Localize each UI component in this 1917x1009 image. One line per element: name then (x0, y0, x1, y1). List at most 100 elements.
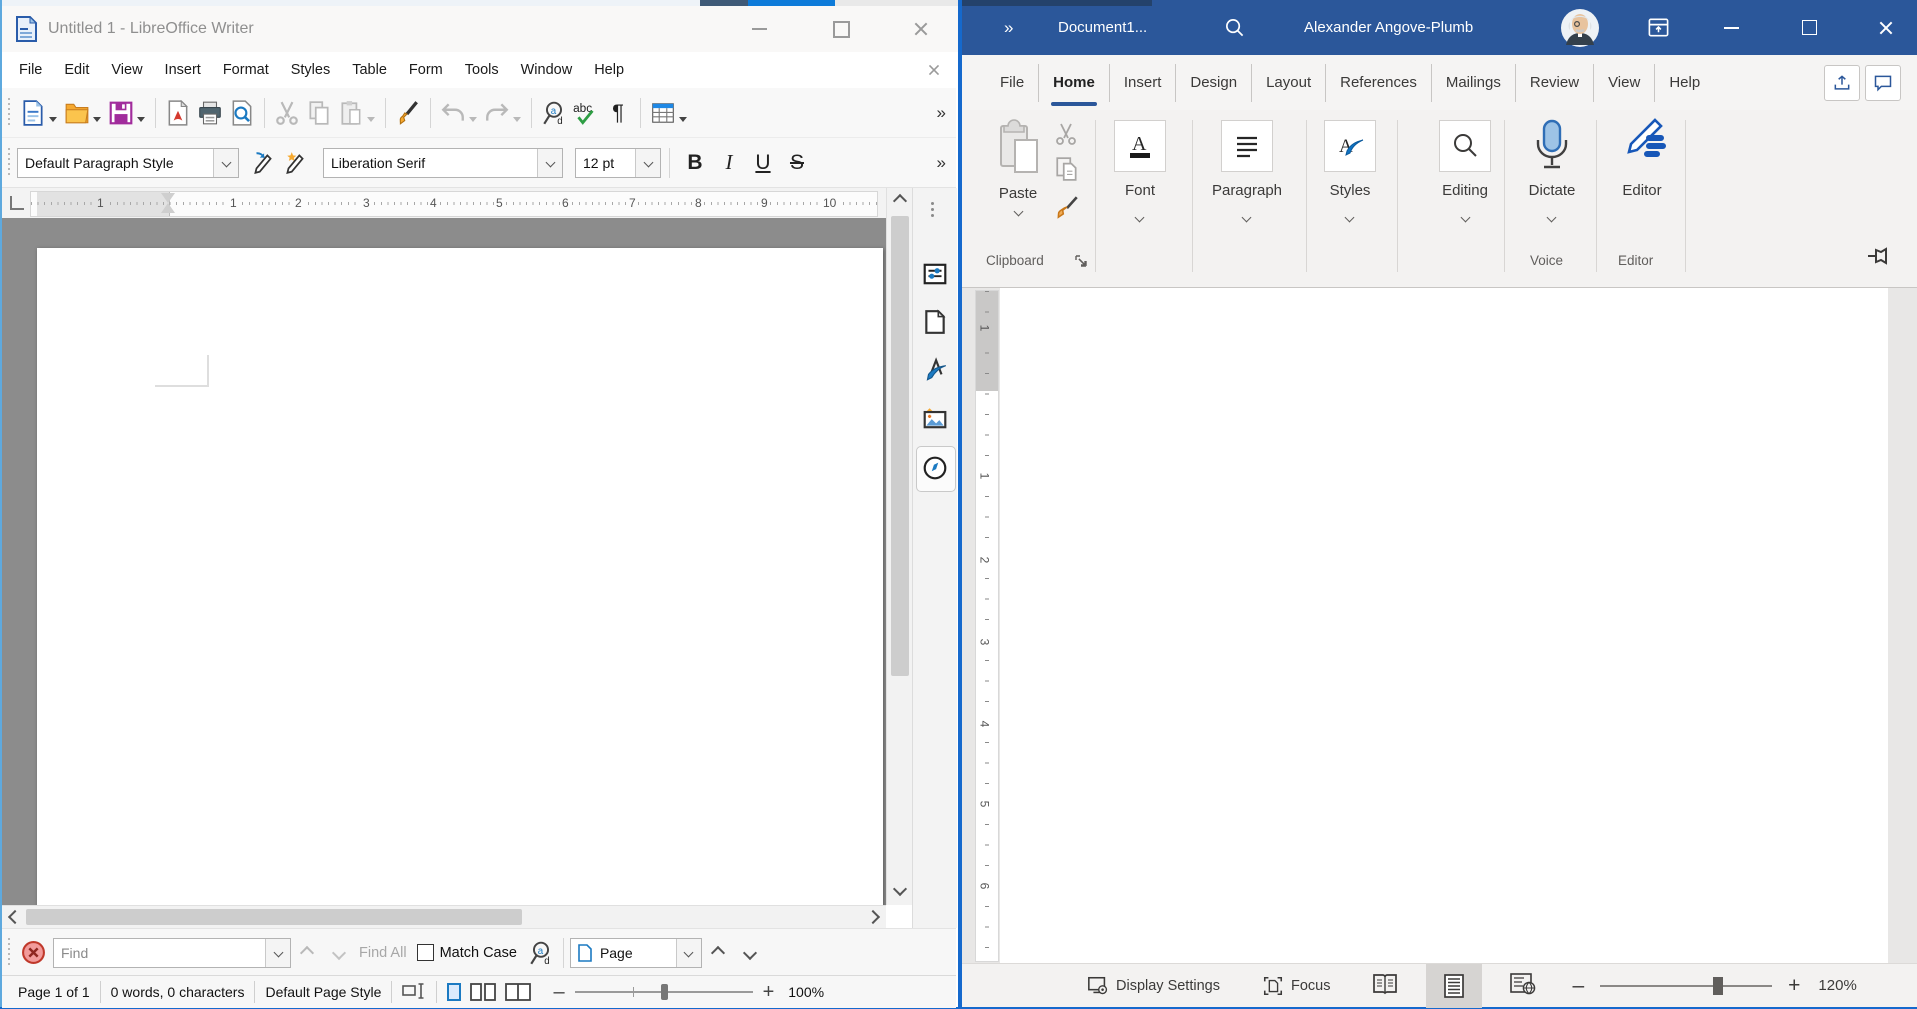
italic-button[interactable]: I (712, 150, 746, 175)
redo-dropdown-arrow[interactable] (513, 117, 521, 122)
open-dropdown-arrow[interactable] (93, 117, 101, 122)
sidebar-gallery-icon[interactable] (921, 404, 949, 432)
quick-access-overflow-button[interactable]: » (1004, 0, 1013, 55)
document-area[interactable]: 1 1 2 3 4 5 6 (962, 288, 1917, 963)
find-search-combobox[interactable]: Find (53, 938, 291, 968)
strikethrough-button[interactable]: S (780, 151, 814, 175)
display-settings-button[interactable]: Display Settings (1087, 975, 1220, 997)
styles-group-button[interactable]: A (1324, 120, 1376, 172)
horizontal-scrollbar[interactable] (2, 905, 886, 929)
paste-button[interactable]: Paste (990, 118, 1046, 230)
maximize-button[interactable] (1780, 0, 1838, 55)
menu-edit[interactable]: Edit (53, 62, 100, 78)
toolbar-grip[interactable] (6, 938, 12, 968)
spelling-button[interactable]: abc (570, 96, 602, 130)
menu-file[interactable]: File (8, 62, 53, 78)
new-document-button[interactable] (17, 96, 49, 130)
selection-mode-icon[interactable] (402, 982, 426, 1003)
editing-group-button[interactable] (1439, 120, 1491, 172)
sidebar-styles-icon[interactable] (921, 356, 949, 384)
focus-button[interactable]: Focus (1262, 975, 1331, 997)
save-button[interactable] (105, 96, 137, 130)
zoom-out-icon[interactable]: – (553, 981, 564, 1004)
single-page-view-icon[interactable] (447, 983, 461, 1001)
table-dropdown-arrow[interactable] (679, 117, 687, 122)
menu-format[interactable]: Format (212, 62, 280, 78)
print-preview-button[interactable] (226, 96, 258, 130)
pin-ribbon-button[interactable] (1867, 246, 1893, 271)
font-size-dropdown[interactable] (635, 149, 660, 177)
tab-insert[interactable]: Insert (1109, 64, 1176, 102)
find-search-dropdown[interactable] (265, 939, 290, 967)
vertical-ruler[interactable]: 1 1 2 3 4 5 6 (975, 290, 999, 962)
menu-insert[interactable]: Insert (154, 62, 212, 78)
zoom-level[interactable]: 100% (788, 984, 824, 1000)
zoom-slider[interactable] (575, 991, 753, 993)
scroll-down-button[interactable] (887, 878, 913, 900)
tab-review[interactable]: Review (1515, 64, 1593, 102)
tab-stop-selector-icon[interactable] (10, 196, 24, 210)
menu-form[interactable]: Form (398, 62, 454, 78)
horizontal-scroll-thumb[interactable] (26, 909, 522, 925)
tab-file[interactable]: File (986, 64, 1038, 102)
menu-styles[interactable]: Styles (280, 62, 342, 78)
paste-dropdown-arrow[interactable] (367, 117, 375, 122)
menu-help[interactable]: Help (583, 62, 635, 78)
zoom-slider-thumb[interactable] (661, 984, 668, 1000)
hanging-indent-marker[interactable] (161, 203, 175, 213)
zoom-slider[interactable] (1600, 985, 1772, 987)
font-name-dropdown[interactable] (537, 149, 562, 177)
page-style[interactable]: Default Page Style (265, 984, 381, 1000)
word-count[interactable]: 0 words, 0 characters (111, 984, 245, 1000)
multi-page-view-icon[interactable] (470, 983, 496, 1001)
maximize-button[interactable] (812, 6, 870, 52)
tab-view[interactable]: View (1593, 64, 1654, 102)
paragraph-style-combobox[interactable]: Default Paragraph Style (17, 148, 239, 178)
navigate-by-combobox[interactable]: Page (570, 938, 702, 968)
zoom-in-button[interactable]: + (1788, 974, 1800, 998)
save-dropdown-arrow[interactable] (137, 117, 145, 122)
copy-button[interactable] (1054, 156, 1080, 187)
find-all-button[interactable]: Find All (359, 945, 407, 961)
close-button[interactable] (892, 6, 950, 52)
copy-button[interactable] (303, 96, 335, 130)
bold-button[interactable]: B (678, 151, 712, 175)
font-group-button[interactable]: A (1114, 120, 1166, 172)
new-dropdown-arrow[interactable] (49, 117, 57, 122)
close-button[interactable]: #word .close-x::before{} (1857, 0, 1915, 55)
document-page[interactable] (1000, 288, 1888, 963)
scroll-up-button[interactable] (887, 190, 913, 212)
ribbon-display-options-button[interactable] (1647, 0, 1670, 55)
document-title[interactable]: Document1... (1058, 0, 1147, 55)
navigate-by-dropdown[interactable] (676, 939, 701, 967)
match-case-checkbox[interactable] (417, 944, 434, 961)
print-button[interactable] (194, 96, 226, 130)
tab-mailings[interactable]: Mailings (1431, 64, 1515, 102)
avatar[interactable] (1560, 0, 1600, 55)
user-name[interactable]: Alexander Angove-Plumb (1304, 0, 1473, 55)
insert-table-button[interactable] (647, 96, 679, 130)
format-painter-button[interactable] (1054, 194, 1080, 225)
tab-design[interactable]: Design (1175, 64, 1251, 102)
tab-home[interactable]: Home (1038, 64, 1109, 102)
cut-button[interactable] (1054, 122, 1078, 151)
dictate-button[interactable] (1530, 118, 1574, 177)
sidebar-handle[interactable] (931, 202, 934, 217)
undo-button[interactable] (437, 96, 469, 130)
paste-button[interactable] (335, 96, 367, 130)
clipboard-dialog-launcher[interactable] (1074, 254, 1088, 273)
toolbar-overflow-button[interactable]: » (937, 103, 946, 123)
vertical-scroll-thumb[interactable] (891, 216, 909, 676)
menu-view[interactable]: View (100, 62, 153, 78)
redo-button[interactable] (481, 96, 513, 130)
paragraph-group-button[interactable] (1221, 120, 1273, 172)
update-style-button[interactable] (247, 146, 279, 180)
tab-references[interactable]: References (1325, 64, 1431, 102)
first-line-indent-marker[interactable] (161, 193, 175, 203)
document-area[interactable] (2, 218, 886, 905)
menu-table[interactable]: Table (341, 62, 398, 78)
sidebar-properties-icon[interactable] (921, 260, 949, 288)
find-next-button[interactable] (323, 936, 355, 970)
underline-button[interactable]: U (746, 151, 780, 175)
close-document-icon[interactable] (928, 64, 941, 77)
